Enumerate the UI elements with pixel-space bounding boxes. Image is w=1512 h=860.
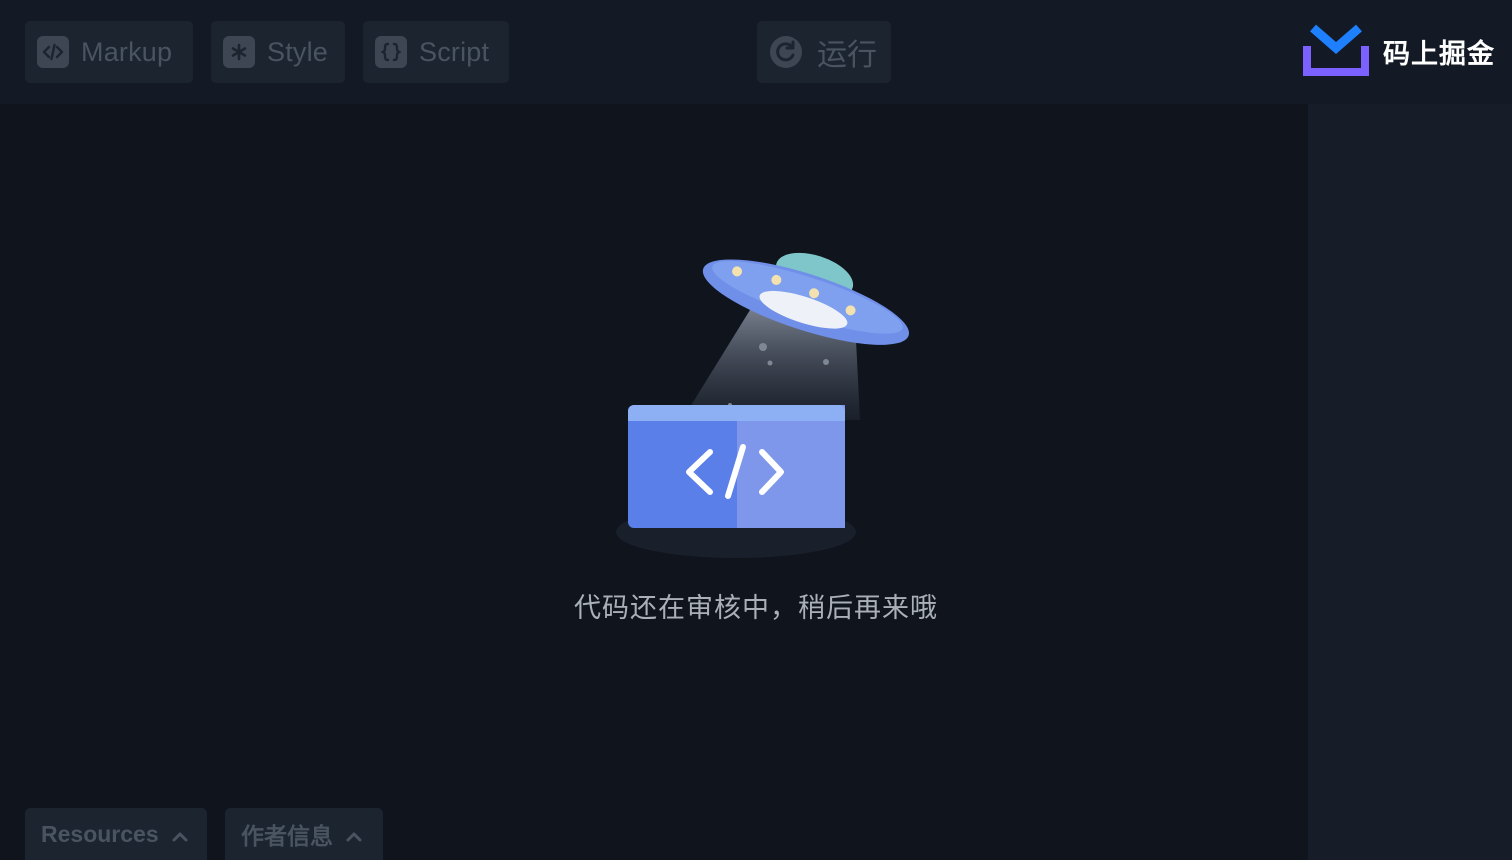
braces-icon [375,36,407,68]
tab-resources-label: Resources [41,820,159,847]
tab-script-label: Script [419,36,490,67]
refresh-icon [769,35,803,69]
tab-markup[interactable]: Markup [25,21,193,83]
juejin-logo-icon [1303,22,1369,81]
brand-name: 码上掘金 [1383,38,1495,69]
asterisk-icon [223,36,255,68]
tab-style-label: Style [267,36,329,67]
brand-link[interactable]: 码上掘金 [1303,24,1495,78]
tab-author-info[interactable]: 作者信息 [225,808,383,860]
code-playground: Markup Style Script 运行 码上掘金 代码还在审核中，稍后再来… [0,0,1512,860]
ufo-code-icon [600,250,930,570]
chevron-up-icon [171,825,189,843]
tab-script[interactable]: Script [363,21,509,83]
chevron-up-icon [345,825,363,843]
review-pending-message: 代码还在审核中，稍后再来哦 [574,593,938,623]
tab-markup-label: Markup [81,36,173,67]
tab-style[interactable]: Style [211,21,345,83]
tab-author-info-label: 作者信息 [241,823,333,849]
run-button-label: 运行 [817,39,877,72]
tab-resources[interactable]: Resources [25,808,207,860]
right-side-panel [1308,104,1512,860]
run-button[interactable]: 运行 [757,21,891,83]
code-tag-icon [37,36,69,68]
